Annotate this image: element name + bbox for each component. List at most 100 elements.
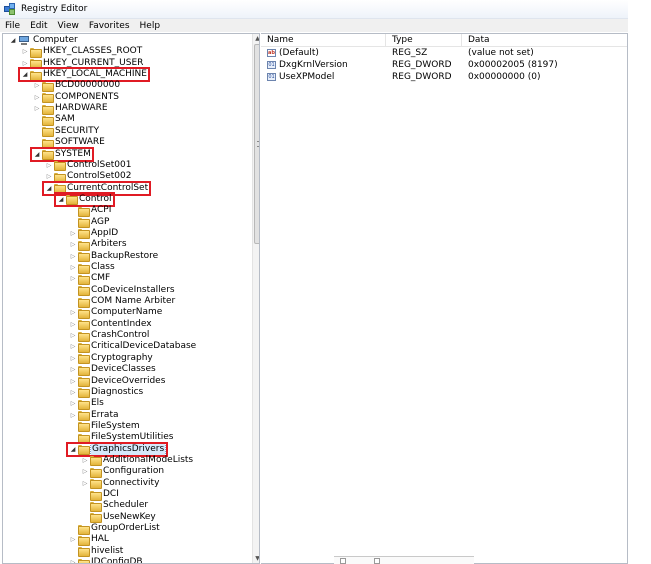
collapsed-arrow-icon[interactable]: ▷ (69, 353, 77, 364)
value-type: REG_SZ (392, 48, 428, 58)
column-header-type[interactable]: Type (386, 34, 462, 47)
folder-icon (30, 47, 42, 58)
tree-item-hal[interactable]: ▷ HAL (69, 534, 109, 546)
tree-item-configuration[interactable]: ▷ Configuration (81, 466, 164, 478)
tree-item-filesystem[interactable]: FileSystem (69, 421, 140, 433)
tree-item-label: GroupOrderList (91, 523, 160, 534)
list-header: Name Type Data (261, 34, 627, 47)
collapsed-arrow-icon[interactable]: ▷ (69, 262, 77, 273)
collapsed-arrow-icon[interactable]: ▷ (69, 341, 77, 352)
tree-item-grouporderlist[interactable]: GroupOrderList (69, 523, 160, 535)
tree-item-agp[interactable]: AGP (69, 217, 109, 229)
collapsed-arrow-icon[interactable]: ▷ (33, 80, 41, 91)
collapsed-arrow-icon[interactable]: ▷ (69, 273, 77, 284)
collapsed-arrow-icon[interactable]: ▷ (69, 387, 77, 398)
scrollbar-thumb[interactable] (254, 44, 259, 244)
tree-item-deviceoverrides[interactable]: ▷ DeviceOverrides (69, 376, 165, 387)
collapsed-arrow-icon[interactable]: ▷ (81, 466, 89, 477)
tree-item-idconfigdb[interactable]: ▷ IDConfigDB (69, 557, 143, 563)
tree-item-security[interactable]: SECURITY (33, 126, 99, 138)
tree-item-backuprestore[interactable]: ▷ BackupRestore (69, 250, 159, 263)
collapsed-arrow-icon[interactable]: ▷ (69, 307, 77, 318)
collapsed-arrow-icon[interactable]: ▷ (81, 455, 89, 466)
window-title: Registry Editor (21, 4, 88, 14)
collapsed-arrow-icon[interactable]: ▷ (69, 228, 77, 239)
tree-item-arbiters[interactable]: ▷ Arbiters (69, 239, 127, 251)
tree-item-acpi[interactable]: ACPI (69, 205, 111, 217)
folder-icon (90, 501, 102, 512)
menu-help[interactable]: Help (139, 21, 162, 31)
tree-item-criticaldevicedatabase[interactable]: ▷ CriticalDeviceDatabase (69, 341, 196, 353)
tree-vertical-scrollbar[interactable]: ▲ ▼ (252, 34, 259, 563)
tree-item-appid[interactable]: ▷ AppID (69, 228, 118, 240)
tree-item-components[interactable]: ▷ COMPONENTS (33, 92, 119, 104)
tree-item-dci[interactable]: DCI (81, 489, 119, 501)
menu-file[interactable]: File (4, 21, 21, 31)
collapsed-arrow-icon[interactable]: ▷ (69, 364, 77, 375)
tree-item-hardware[interactable]: ▷ HARDWARE (33, 103, 108, 115)
tree-item-contentindex[interactable]: ▷ ContentIndex (69, 319, 152, 331)
tree-item-label: DCI (103, 489, 119, 499)
tree-item-computername[interactable]: ▷ ComputerName (69, 307, 162, 319)
tree-item-cmf[interactable]: ▷ CMF (69, 273, 110, 285)
tree-item-hkey-classes-root[interactable]: ▷ HKEY_CLASSES_ROOT (21, 46, 143, 58)
tree-item-scheduler[interactable]: Scheduler (81, 500, 148, 512)
registry-key-tree[interactable]: ▲ ▼ ◢ Computer ▷ HKEY_CLASSES_ROOT ▷ HKEY_CUR… (2, 33, 260, 564)
tree-item-hivelist[interactable]: hivelist (69, 546, 123, 558)
value-row[interactable]: 01 UseXPModel REG_DWORD 0x00000000 (0) (261, 72, 627, 83)
tree-item-controlset001[interactable]: ▷ ControlSet001 (45, 160, 132, 172)
menu-view[interactable]: View (57, 21, 80, 31)
registry-editor-icon (4, 3, 16, 15)
tree-item-sam[interactable]: SAM (33, 114, 75, 126)
tree-item-deviceclasses[interactable]: ▷ DeviceClasses (69, 364, 156, 376)
tree-item-diagnostics[interactable]: ▷ Diagnostics (69, 387, 143, 399)
tree-item-usenewkey[interactable]: UseNewKey (81, 511, 156, 524)
tree-item-crashcontrol[interactable]: ▷ CrashControl (69, 330, 149, 342)
tree-item-bcd00000000[interactable]: ▷ BCD00000000 (33, 80, 121, 92)
value-name: UseXPModel (279, 72, 335, 82)
folder-icon (78, 308, 90, 319)
collapsed-arrow-icon[interactable]: ▷ (69, 534, 77, 545)
collapsed-arrow-icon[interactable]: ▷ (45, 160, 53, 171)
value-row[interactable]: ab (Default) REG_SZ (value not set) (261, 48, 627, 59)
value-row[interactable]: 01 DxgKrnlVersion REG_DWORD 0x00002005 (… (261, 60, 627, 71)
collapsed-arrow-icon[interactable]: ▷ (21, 46, 29, 57)
folder-icon (42, 127, 54, 138)
tree-item-codeviceinstallers[interactable]: CoDeviceInstallers (69, 285, 175, 297)
tree-item-label: UseNewKey (103, 511, 156, 522)
collapsed-arrow-icon[interactable]: ▷ (33, 92, 41, 103)
column-header-data[interactable]: Data (462, 34, 627, 47)
folder-icon (42, 104, 54, 115)
folder-icon (78, 320, 90, 331)
menu-edit[interactable]: Edit (29, 21, 48, 31)
tree-item-label: HAL (91, 534, 109, 545)
tree-item-els[interactable]: ▷ Els (69, 398, 104, 410)
folder-icon (78, 274, 90, 285)
tree-item-additionalmodelists[interactable]: ▷ AdditionalModeLists (81, 455, 193, 467)
tree-item-computer[interactable]: ◢ Computer (9, 35, 78, 46)
tree-item-label: BCD00000000 (55, 80, 121, 91)
collapsed-arrow-icon[interactable]: ▷ (69, 410, 77, 421)
collapsed-arrow-icon[interactable]: ▷ (69, 330, 77, 341)
collapsed-arrow-icon[interactable]: ▷ (81, 478, 89, 489)
collapsed-arrow-icon[interactable]: ▷ (33, 103, 41, 114)
tree-item-errata[interactable]: ▷ Errata (69, 410, 119, 422)
expanded-arrow-icon[interactable]: ◢ (9, 35, 17, 46)
tree-item-com-name-arbiter[interactable]: COM Name Arbiter (69, 296, 175, 308)
collapsed-arrow-icon[interactable]: ▷ (69, 239, 77, 250)
scroll-up-arrow-icon[interactable]: ▲ (253, 34, 259, 43)
scroll-down-arrow-icon[interactable]: ▼ (253, 554, 259, 563)
collapsed-arrow-icon[interactable]: ▷ (69, 376, 77, 387)
value-name: (Default) (279, 48, 319, 58)
tree-item-label: BackupRestore (91, 250, 159, 261)
column-header-name[interactable]: Name (261, 34, 386, 47)
collapsed-arrow-icon[interactable]: ▷ (69, 557, 77, 563)
tree-item-label: HKEY_CLASSES_ROOT (43, 46, 143, 57)
tree-item-connectivity[interactable]: ▷ Connectivity (81, 478, 159, 490)
tree-item-class[interactable]: ▷ Class (69, 262, 115, 274)
collapsed-arrow-icon[interactable]: ▷ (69, 398, 77, 409)
tree-item-cryptography[interactable]: ▷ Cryptography (69, 353, 153, 365)
collapsed-arrow-icon[interactable]: ▷ (69, 319, 77, 330)
menu-favorites[interactable]: Favorites (88, 21, 131, 31)
collapsed-arrow-icon[interactable]: ▷ (69, 251, 77, 262)
